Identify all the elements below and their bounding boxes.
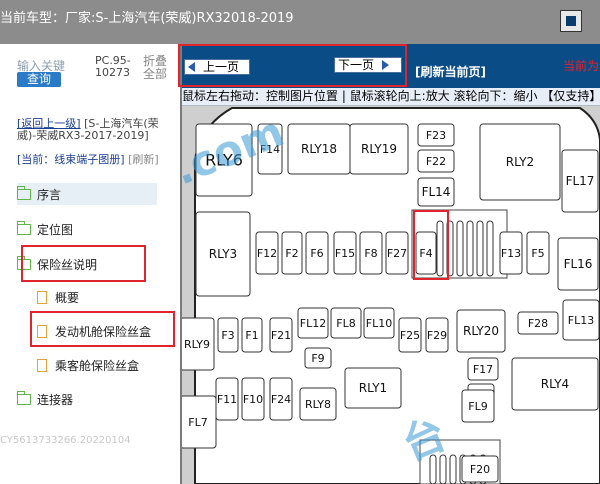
fuse-slot-label: F11	[217, 393, 237, 406]
arrow-right-icon	[382, 60, 390, 70]
usage-instructions: 鼠标左右拖动：控制图片位置 | 鼠标滚轮向上:放大 滚轮向下：缩小 【仅支持】	[182, 88, 600, 106]
fuse-slot-label: F1	[245, 329, 258, 342]
document-icon	[37, 290, 47, 304]
fuse-slot-label: F28	[528, 317, 548, 330]
fuse-slot-label: F21	[271, 329, 291, 342]
fuse-slot-label: F25	[400, 329, 420, 342]
fuse-slot-label: FL8	[336, 317, 355, 330]
folder-icon	[16, 390, 31, 405]
fuse-slot-label: FL13	[568, 314, 594, 327]
tree-item-connectors[interactable]: 连接器	[16, 388, 74, 410]
document-icon	[37, 358, 47, 372]
highlight-box	[30, 311, 175, 347]
fuse-slot-label: RLY18	[301, 142, 337, 156]
current-page-label: 当前为	[563, 59, 600, 73]
fuse-slot-label: F29	[427, 329, 447, 342]
current-location: [当前：线束端子图册] [刷新]	[17, 153, 167, 166]
prev-page-label: 上一页	[203, 60, 240, 74]
tree-item-cabin-fuse-box[interactable]: 乘客舱保险丝盒	[37, 354, 139, 376]
fuse-slot-label: F22	[426, 155, 446, 168]
window-toggle-icon	[566, 16, 576, 26]
fuse-slot-label: RLY2	[506, 155, 534, 169]
fuse-slot-label: F10	[243, 393, 263, 406]
fuse-slot-label: RLY9	[184, 338, 210, 351]
fuse-slot-label: RLY8	[305, 398, 331, 411]
fuse-slot-label: F13	[501, 247, 521, 260]
tree-item-label: 乘客舱保险丝盒	[55, 358, 140, 373]
fuse-slot-label: FL12	[300, 317, 326, 330]
fuse-slot-label: F15	[335, 247, 355, 260]
refresh-tree-link[interactable]: [刷新]	[128, 153, 159, 166]
fuse-slot-label: RLY19	[361, 142, 397, 156]
next-page-button[interactable]: 下一页	[334, 57, 402, 73]
fuse-slot-label: RLY1	[359, 381, 387, 395]
fuse-slot-label: F8	[364, 247, 377, 260]
fuse-slot-label: F12	[257, 247, 277, 260]
fuse-box-diagram[interactable]: RLY6 F14 RLY18 RLY19 F23 F22 RLY2 FL17 FL14 RLY3 F…	[182, 106, 600, 484]
fuse-slot-label: FL7	[188, 416, 207, 429]
pc-code: PC.95-10273	[95, 54, 131, 79]
fuse-slot-label: F24	[271, 393, 291, 406]
fuse-slot-label: F20	[470, 463, 490, 476]
fuse-slot-label: FL16	[564, 257, 593, 271]
highlight-box	[21, 245, 146, 282]
fuse-slot-label: RLY20	[463, 324, 499, 338]
fuse-slot-label: F27	[387, 247, 407, 260]
fuse-slot-label: F6	[310, 247, 323, 260]
current-label: [当前：线束端子图册]	[17, 153, 125, 166]
tree-item-label: 定位图	[37, 222, 74, 237]
collapse-all-button[interactable]: 折叠全部	[143, 55, 171, 81]
folder-icon	[16, 185, 31, 200]
fuse-slot-label: FL10	[366, 317, 392, 330]
fuse-slot-label: F2	[285, 247, 298, 260]
window-toggle-button[interactable]	[560, 10, 582, 32]
fuse-slot-label: F5	[531, 247, 544, 260]
fuse-slot-label: F17	[473, 363, 493, 376]
fuse-slot-label: F9	[311, 352, 324, 365]
query-button[interactable]: 查询	[17, 72, 61, 87]
breadcrumb: [返回上一级] [S-上海汽车(荣威)-荣威RX3-2017-2019]	[17, 118, 167, 142]
fuse-slot-label: RLY3	[209, 247, 237, 261]
refresh-page-button[interactable]: [刷新当前页]	[415, 63, 486, 80]
highlight-box	[413, 210, 449, 280]
arrow-left-icon	[188, 62, 195, 72]
watermark: CY5613733266.20220104	[0, 435, 131, 446]
fuse-slot-label: F3	[221, 329, 234, 342]
fuse-slot-label: FL17	[566, 174, 595, 188]
tree-item-preface[interactable]: 序言	[16, 183, 157, 205]
tree-item-label: 序言	[37, 187, 62, 202]
tree-item-overview[interactable]: 概要	[37, 286, 79, 308]
folder-icon	[16, 220, 31, 235]
prev-page-button[interactable]: 上一页	[184, 59, 250, 75]
tree-item-label: 概要	[55, 290, 80, 305]
tree-item-location[interactable]: 定位图	[16, 218, 74, 240]
tree-item-label: 连接器	[37, 392, 74, 407]
fuse-slot-label: RLY4	[541, 377, 569, 391]
vehicle-title: 当前车型：厂家:S-上海汽车(荣威)RX32018-2019	[0, 11, 294, 26]
fuse-slot-label: FL9	[468, 400, 487, 413]
fuse-slot-label: F23	[426, 129, 446, 142]
next-page-label: 下一页	[338, 58, 375, 72]
fuse-slot-label: FL14	[422, 185, 451, 199]
